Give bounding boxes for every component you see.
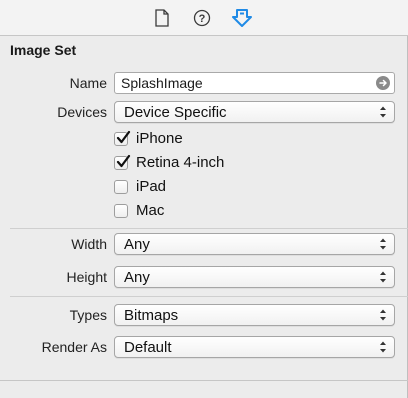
go-arrow-icon[interactable] [376, 76, 390, 90]
quick-help-icon[interactable]: ? [192, 8, 212, 28]
stepper-icon [380, 341, 386, 353]
stepper-icon [380, 106, 386, 118]
checkmark-icon [116, 154, 131, 168]
section-divider [10, 296, 408, 297]
height-select[interactable]: Any [114, 266, 395, 288]
bottom-divider [0, 380, 408, 381]
height-selected: Any [124, 269, 150, 286]
types-label: Types [69, 307, 107, 323]
section-divider [10, 228, 408, 229]
name-label: Name [69, 75, 107, 91]
checkbox-checked[interactable] [114, 130, 131, 146]
render-as-label: Render As [41, 339, 107, 355]
file-inspector-icon[interactable] [152, 8, 172, 28]
stepper-icon [380, 271, 386, 283]
height-label: Height [66, 269, 107, 285]
render-as-select[interactable]: Default [114, 336, 395, 358]
stepper-icon [380, 238, 386, 250]
devices-selected: Device Specific [124, 104, 227, 121]
name-field[interactable]: SplashImage [114, 72, 395, 94]
devices-select[interactable]: Device Specific [114, 101, 395, 123]
stepper-icon [380, 309, 386, 321]
device-option-label: iPad [136, 178, 167, 195]
render-as-selected: Default [124, 339, 172, 356]
types-selected: Bitmaps [124, 307, 179, 324]
devices-label: Devices [57, 104, 107, 120]
checkbox-checked[interactable] [114, 154, 131, 170]
width-selected: Any [124, 236, 150, 253]
attributes-inspector-icon[interactable] [232, 8, 252, 28]
width-label: Width [71, 236, 107, 252]
device-option-label: Retina 4-inch [136, 154, 225, 171]
device-option-label: iPhone [136, 130, 183, 147]
svg-text:?: ? [199, 13, 206, 25]
device-option-label: Mac [136, 202, 165, 219]
inspector-panel: ? Image Set Name SplashImage Devices Dev… [0, 0, 408, 398]
checkbox-unchecked[interactable] [114, 180, 128, 194]
width-select[interactable]: Any [114, 233, 395, 255]
types-select[interactable]: Bitmaps [114, 304, 395, 326]
name-value: SplashImage [121, 75, 203, 91]
checkbox-unchecked[interactable] [114, 204, 128, 218]
checkmark-icon [116, 130, 131, 144]
inspector-toolbar: ? [0, 0, 408, 36]
section-title: Image Set [10, 42, 77, 58]
